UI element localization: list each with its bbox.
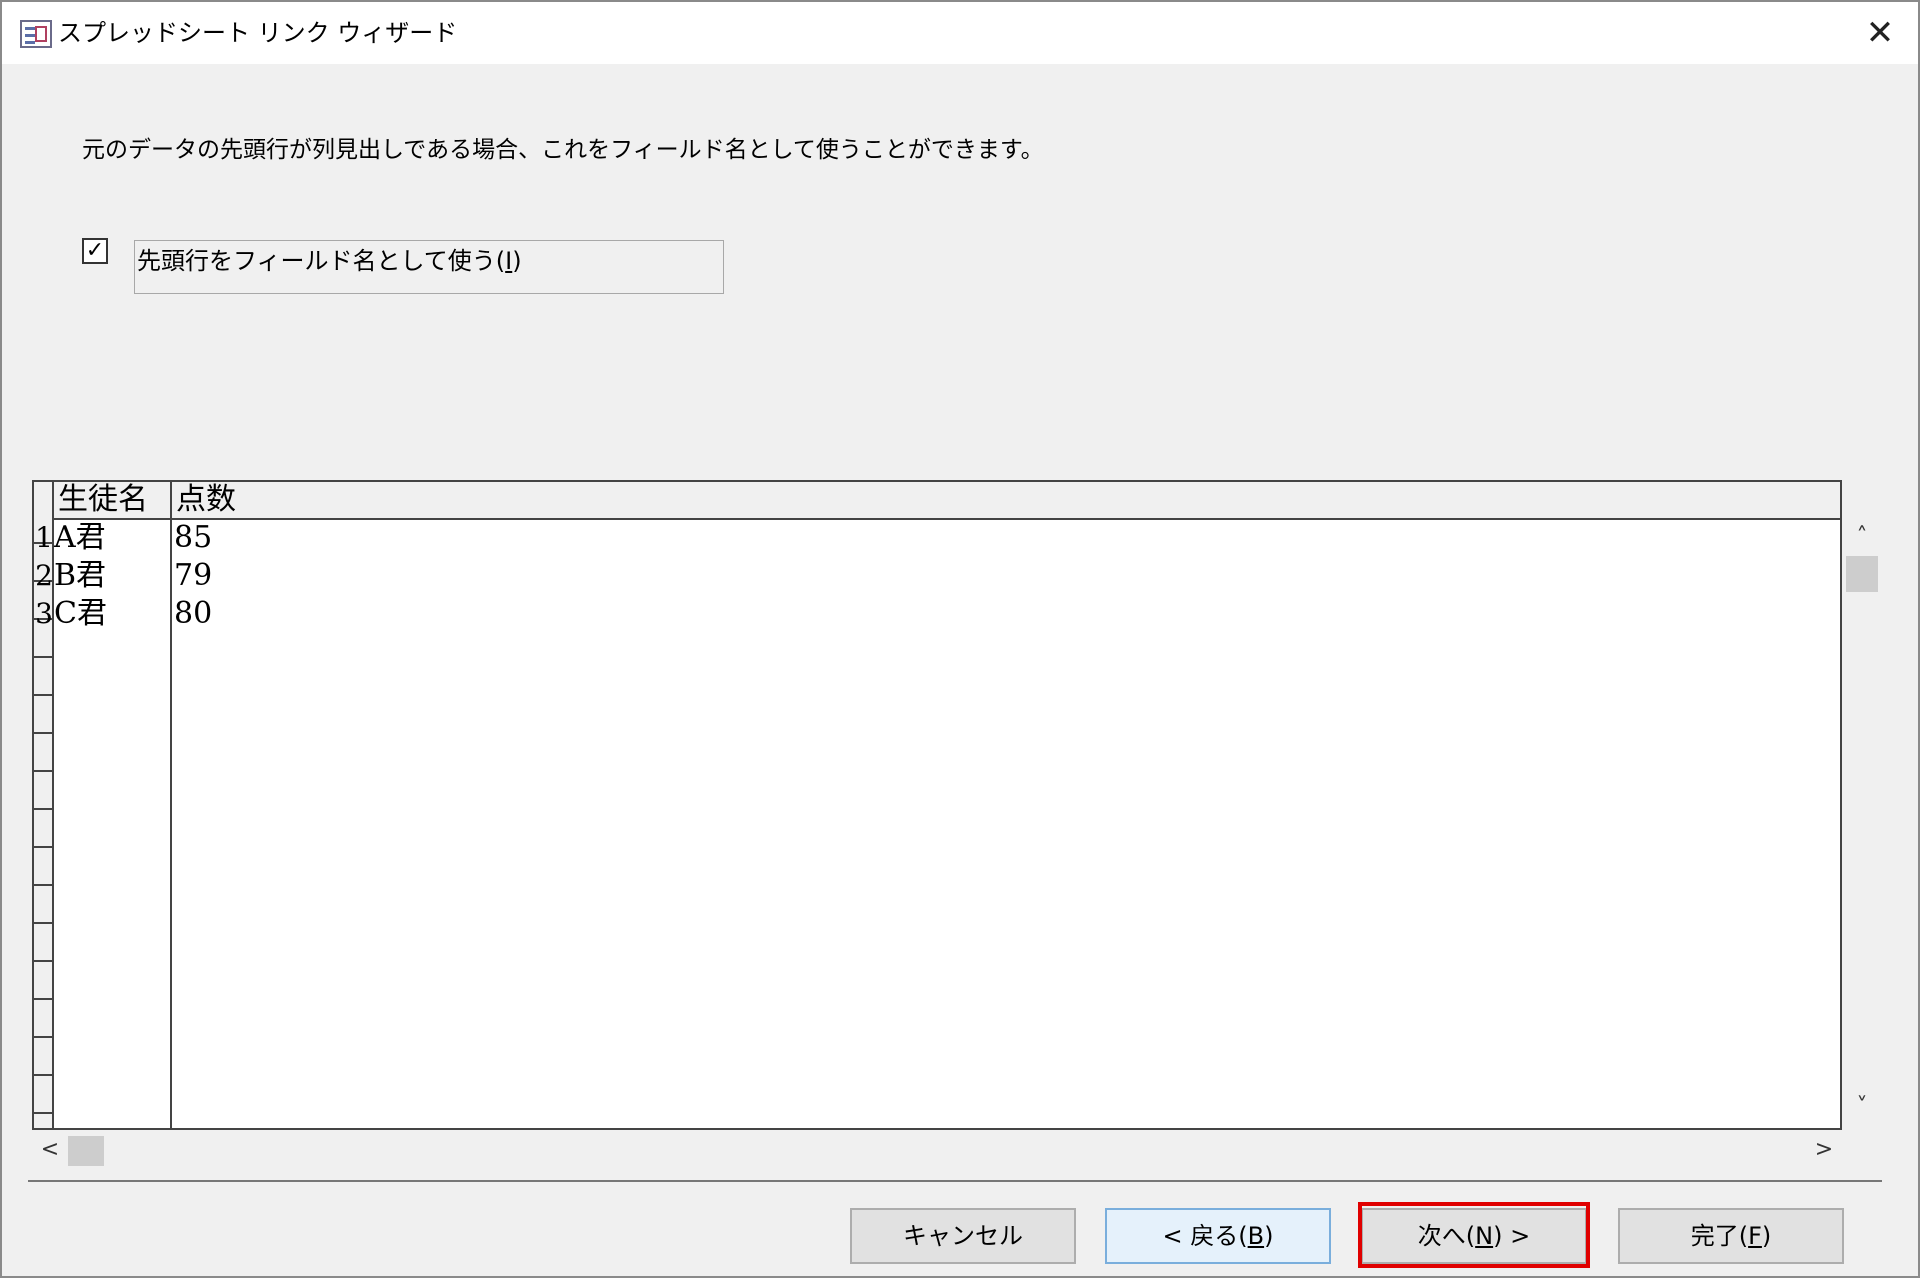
checkbox-label: 先頭行をフィールド名として使う(I): [137, 247, 522, 275]
scroll-up-icon[interactable]: ˄: [1844, 522, 1880, 552]
finish-button[interactable]: 完了(F): [1618, 1208, 1844, 1264]
column-header-score[interactable]: 点数: [176, 482, 236, 518]
footer-separator: [28, 1180, 1882, 1182]
back-button[interactable]: < 戻る(B): [1105, 1208, 1331, 1264]
column-header-student-name[interactable]: 生徒名: [58, 482, 148, 518]
data-preview-grid[interactable]: 生徒名 点数 1 A君 85 2 B君 79 3 C君 80: [32, 480, 1842, 1130]
wizard-window: スプレッドシート リンク ウィザード ✕ 元のデータの先頭行が列見出しである場合…: [0, 0, 1920, 1278]
row-number: 1: [35, 521, 53, 554]
title-bar: スプレッドシート リンク ウィザード ✕: [2, 2, 1918, 64]
checkmark-icon: ✓: [85, 238, 105, 263]
horizontal-scroll-thumb[interactable]: [68, 1136, 104, 1166]
grid-header-row: [34, 482, 1840, 520]
cell-student-name: B君: [54, 558, 107, 593]
scroll-down-icon[interactable]: ˅: [1844, 1092, 1880, 1122]
cell-student-name: C君: [54, 596, 107, 631]
finish-accel-key: F: [1748, 1222, 1762, 1250]
cell-score: 85: [174, 520, 213, 555]
checkbox-label-frame[interactable]: 先頭行をフィールド名として使う(I): [134, 240, 724, 294]
window-title: スプレッドシート リンク ウィザード: [58, 19, 458, 47]
vertical-scrollbar[interactable]: ˄ ˅: [1844, 522, 1880, 1122]
first-row-header-checkbox[interactable]: ✓: [82, 238, 108, 264]
back-accel-key: B: [1247, 1222, 1265, 1250]
next-button-highlight: [1358, 1202, 1590, 1268]
vertical-scroll-thumb[interactable]: [1846, 556, 1878, 592]
table-form-icon: [20, 20, 52, 48]
cell-score: 79: [174, 558, 213, 593]
scroll-right-icon[interactable]: >: [1806, 1132, 1842, 1168]
instruction-text: 元のデータの先頭行が列見出しである場合、これをフィールド名として使うことができま…: [82, 137, 1044, 163]
row-number: 3: [35, 597, 53, 630]
horizontal-scrollbar[interactable]: < >: [32, 1132, 1842, 1168]
cancel-button[interactable]: キャンセル: [850, 1208, 1076, 1264]
cell-student-name: A君: [54, 520, 106, 555]
close-icon[interactable]: ✕: [1856, 12, 1904, 54]
scroll-left-icon[interactable]: <: [32, 1132, 68, 1168]
row-number: 2: [35, 559, 53, 592]
cell-score: 80: [174, 596, 213, 631]
column-divider: [170, 482, 172, 1128]
